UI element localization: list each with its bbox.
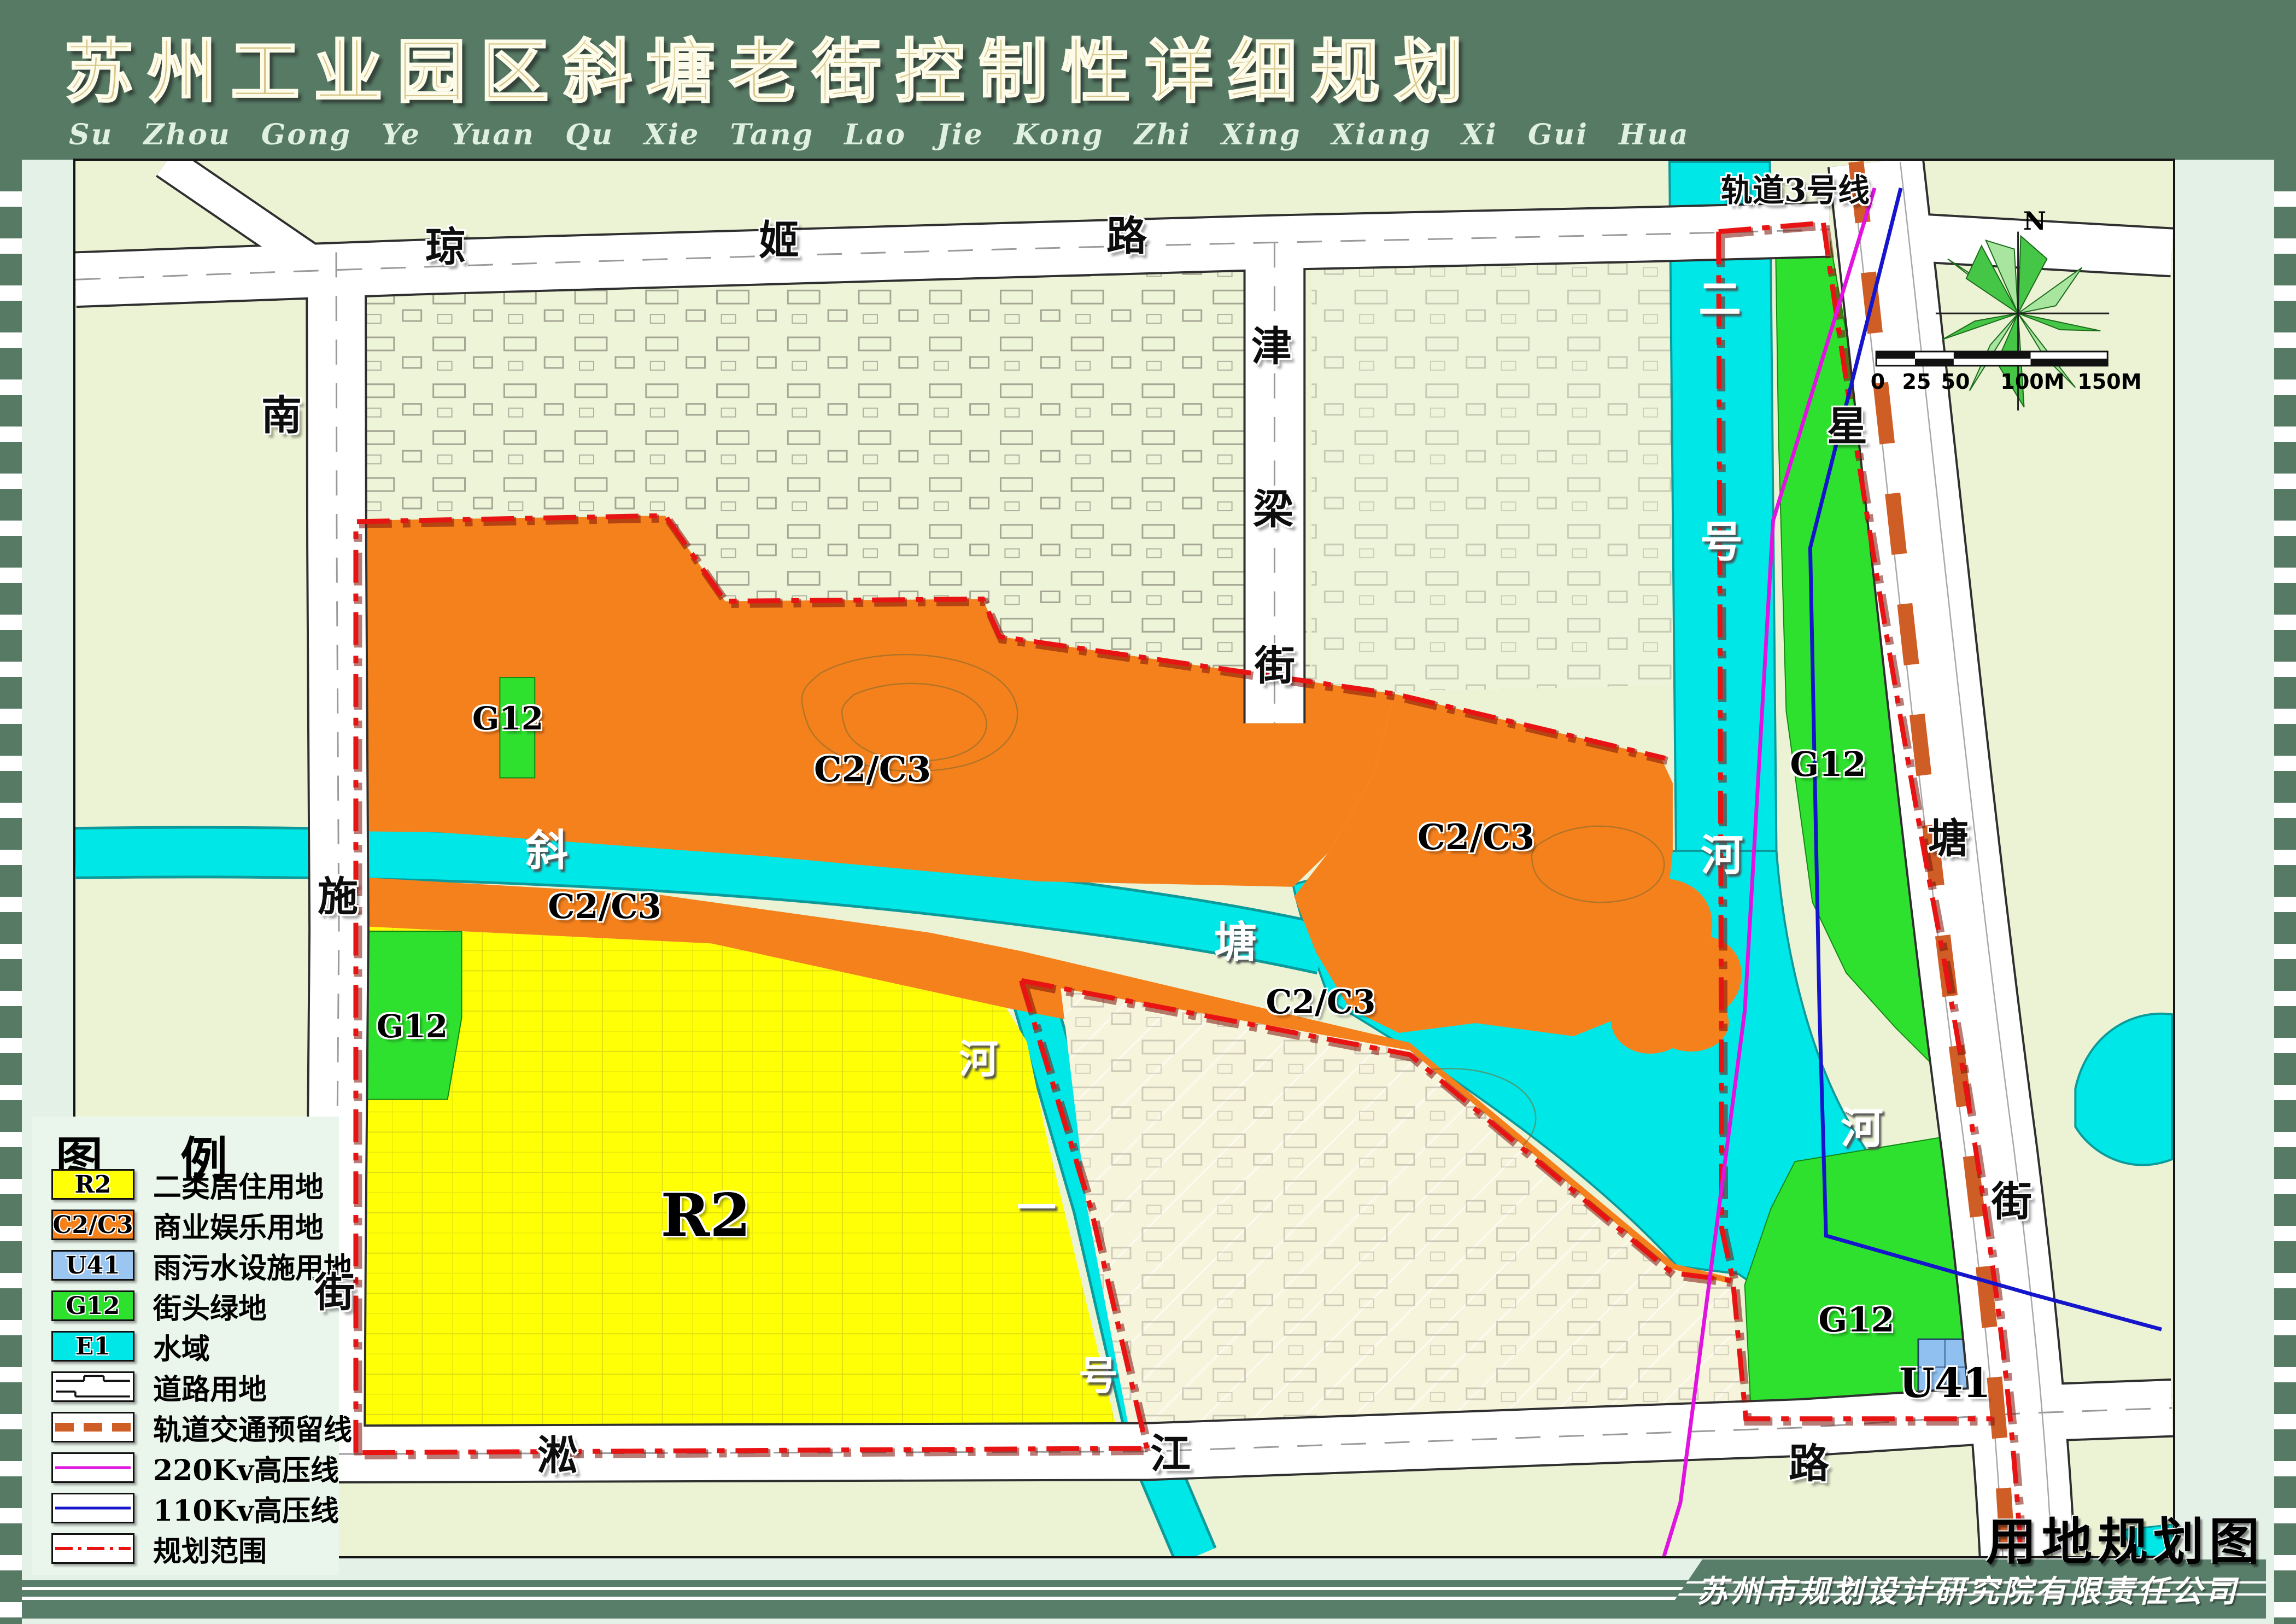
legend-row-boundary: 规划范围 <box>51 1533 267 1564</box>
map-sheet-title: 用地规划图 <box>1986 1502 2265 1574</box>
legend-swatch-r2: R2 <box>51 1169 134 1200</box>
legend-swatch-110kv-icon <box>51 1493 134 1523</box>
zone-label-c2c3: C2/C3 <box>814 752 931 787</box>
rail-line-label: 轨道3号线 <box>1721 174 1870 206</box>
scale-tick-50: 50 <box>1941 370 1970 394</box>
legend-swatch-g12: G12 <box>51 1290 134 1321</box>
legend-swatch-rail-icon <box>51 1412 134 1442</box>
boundary-line-icon <box>55 1547 131 1550</box>
road-label-xingtang: 街 <box>1992 1182 2032 1222</box>
road-label-xingtang: 星 <box>1827 406 1867 447</box>
legend-label: 街头绿地 <box>153 1286 267 1327</box>
legend-swatch-c2c3: C2/C3 <box>51 1210 134 1240</box>
legend-code: R2 <box>74 1171 111 1199</box>
legend-row-e1: E1 水域 <box>51 1330 210 1362</box>
legend-swatch-boundary-icon <box>51 1533 134 1564</box>
left-filmstrip-border <box>0 160 22 1624</box>
north-label: N <box>2023 208 2046 233</box>
road-label-nanshi: 街 <box>314 1272 355 1313</box>
map-canvas <box>73 159 2175 1558</box>
page-title: 苏州工业园区斜塘老街控制性详细规划 <box>65 16 1477 116</box>
right-filmstrip-border <box>2274 160 2296 1624</box>
river-label-south-water: 河 <box>1841 1107 1883 1150</box>
legend-code: C2/C3 <box>52 1211 133 1239</box>
zone-label-g12: G12 <box>1790 747 1866 781</box>
river-label-xietang: 河 <box>1701 834 1743 877</box>
road-label-qiongji: 路 <box>1106 216 1147 256</box>
legend-swatch-e1: E1 <box>51 1331 134 1362</box>
river-label-canal1: 号 <box>1079 1356 1118 1395</box>
legend-code: G12 <box>66 1292 120 1320</box>
legend-row-r2: R2 二类居住用地 <box>51 1169 324 1200</box>
legend-row-110kv: 110Kv高压线 <box>51 1492 339 1524</box>
river-label-canal2: 二 <box>1698 278 1741 321</box>
legend-row-220kv: 220Kv高压线 <box>51 1452 339 1483</box>
hv220-line-icon <box>55 1467 131 1469</box>
hv110-line-icon <box>55 1507 131 1510</box>
road-label-qiongji: 姬 <box>759 220 799 261</box>
legend-row-c2c3: C2/C3 商业娱乐用地 <box>51 1209 324 1241</box>
zone-label-r2: R2 <box>661 1186 751 1245</box>
legend-row-u41: U41 雨污水设施用地 <box>51 1249 352 1281</box>
page-subtitle: Su Zhou Gong Ye Yuan Qu Xie Tang Lao Jie… <box>69 118 1690 151</box>
legend-label: 110Kv高压线 <box>153 1488 339 1529</box>
legend-swatch-road-icon <box>51 1371 134 1402</box>
zone-label-g12: G12 <box>1818 1303 1894 1337</box>
legend-row-g12: G12 街头绿地 <box>51 1290 267 1322</box>
river-label-canal1: 一 <box>1017 1188 1056 1228</box>
river-label-canal1: 河 <box>959 1039 998 1079</box>
legend-label: 220Kv高压线 <box>153 1447 339 1488</box>
legend-row-road: 道路用地 <box>51 1371 267 1403</box>
zone-label-g12: G12 <box>472 703 543 734</box>
road-label-qiongji: 琼 <box>425 227 466 267</box>
legend-panel: 图 例 R2 二类居住用地 C2/C3 商业娱乐用地 U41 雨污水设施用地 G… <box>32 1117 339 1575</box>
legend-swatch-220kv-icon <box>51 1452 134 1483</box>
rail-line-icon <box>55 1423 131 1432</box>
legend-label: 轨道交通预留线 <box>153 1407 352 1448</box>
legend-swatch-u41: U41 <box>51 1250 134 1281</box>
road-label-nanshi: 施 <box>318 877 358 917</box>
legend-label: 二类居住用地 <box>153 1164 324 1205</box>
zone-label-u41: U41 <box>1899 1363 1991 1404</box>
zone-label-g12: G12 <box>377 1010 448 1042</box>
road-label-jinliang: 津 <box>1251 326 1292 367</box>
legend-label: 道路用地 <box>153 1366 267 1407</box>
header-band: 苏州工业园区斜塘老街控制性详细规划 Su Zhou Gong Ye Yuan Q… <box>0 0 2296 160</box>
road-label-songjiang: 淞 <box>537 1435 578 1476</box>
road-pattern-icon <box>53 1373 133 1400</box>
scale-bar <box>1876 352 2107 366</box>
legend-label: 规划范围 <box>153 1528 267 1569</box>
river-label-xietang: 斜 <box>525 829 568 872</box>
legend-label: 商业娱乐用地 <box>153 1205 324 1246</box>
zone-label-c2c3: C2/C3 <box>1418 820 1534 855</box>
road-label-nanshi: 南 <box>261 395 302 436</box>
legend-label: 水域 <box>153 1326 210 1367</box>
river-label-canal2: 号 <box>1700 521 1743 564</box>
legend-row-rail: 轨道交通预留线 <box>51 1411 352 1443</box>
scale-tick-25: 25 <box>1902 370 1931 394</box>
road-label-songjiang: 路 <box>1789 1444 1829 1484</box>
map-drawing <box>75 161 2173 1556</box>
scale-tick-150: 150M <box>2077 370 2141 394</box>
legend-code: U41 <box>66 1252 120 1280</box>
planning-map-page: 苏州工业园区斜塘老街控制性详细规划 Su Zhou Gong Ye Yuan Q… <box>0 0 2296 1624</box>
road-label-xingtang: 塘 <box>1928 819 1969 859</box>
scale-tick-0: 0 <box>1871 370 1885 394</box>
zone-label-c2c3: C2/C3 <box>1266 986 1376 1019</box>
zone-label-c2c3: C2/C3 <box>548 890 661 924</box>
road-label-jinliang: 梁 <box>1253 489 1293 530</box>
river-label-xietang: 塘 <box>1214 921 1257 964</box>
scale-tick-100: 100M <box>2000 370 2064 394</box>
road-label-jinliang: 街 <box>1255 646 1295 686</box>
existing-block-east <box>1311 232 1673 692</box>
road-label-songjiang: 江 <box>1150 1434 1191 1474</box>
legend-code: E1 <box>75 1333 110 1360</box>
